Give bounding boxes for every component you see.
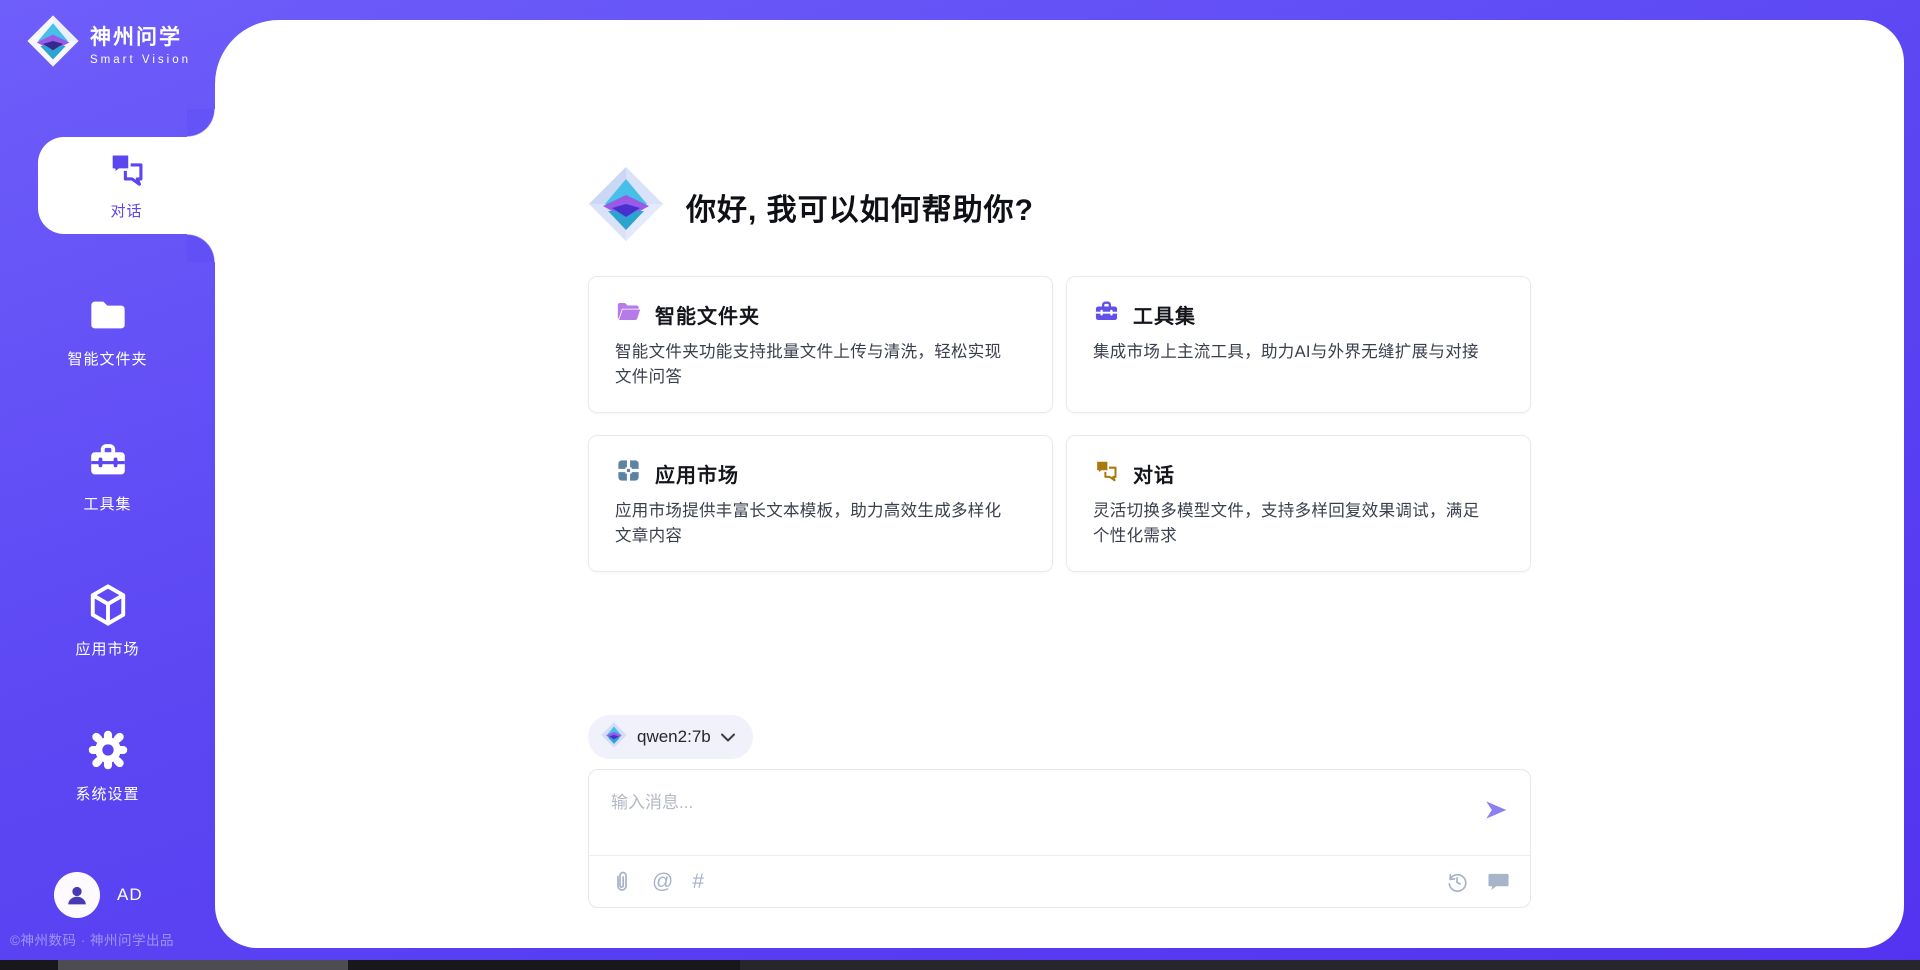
history-icon[interactable] xyxy=(1445,870,1469,894)
card-description: 智能文件夹功能支持批量文件上传与清洗，轻松实现文件问答 xyxy=(615,340,1007,390)
card-description: 灵活切换多模型文件，支持多样回复效果调试，满足个性化需求 xyxy=(1093,499,1485,549)
logo-diamond-icon xyxy=(601,722,627,753)
sidebar-item-label: 应用市场 xyxy=(75,638,139,659)
card-title: 对话 xyxy=(1133,459,1175,488)
hashtag-icon[interactable]: # xyxy=(692,871,704,892)
sidebar-item-toolset[interactable]: 工具集 xyxy=(0,438,215,514)
message-input[interactable] xyxy=(589,770,1470,854)
copyright-footer: ©神州数码 · 神州问学出品 xyxy=(10,929,215,949)
sidebar-item-label: 系统设置 xyxy=(75,783,139,804)
attachment-icon[interactable] xyxy=(609,870,633,894)
greeting-block: 你好, 我可以如何帮助你? xyxy=(588,166,1034,247)
chat-bubble-icon[interactable] xyxy=(1486,870,1510,894)
main-content-panel: 你好, 我可以如何帮助你? 智能文件夹 智能文件夹功能支持批量文件上传与清洗，轻… xyxy=(215,20,1904,948)
folder-open-icon xyxy=(615,298,642,330)
card-chat[interactable]: 对话 灵活切换多模型文件，支持多样回复效果调试，满足个性化需求 xyxy=(1066,435,1531,572)
chat-icon xyxy=(1093,457,1120,489)
brand-subtitle: Smart Vision xyxy=(90,54,191,66)
greeting-title: 你好, 我可以如何帮助你? xyxy=(686,185,1034,229)
composer-toolbar: @ # xyxy=(589,855,1530,907)
app-logo: 神州问学 Smart Vision xyxy=(26,14,191,73)
folder-icon xyxy=(88,293,128,337)
person-icon xyxy=(63,881,91,909)
gear-icon xyxy=(86,728,130,772)
card-app-market[interactable]: 应用市场 应用市场提供丰富长文本模板，助力高效生成多样化文章内容 xyxy=(588,435,1053,572)
sidebar-item-app-market[interactable]: 应用市场 xyxy=(0,583,215,659)
mention-icon[interactable]: @ xyxy=(652,871,673,892)
card-description: 集成市场上主流工具，助力AI与外界无缝扩展与对接 xyxy=(1093,340,1485,365)
toolbox-icon xyxy=(1093,298,1120,330)
feature-cards: 智能文件夹 智能文件夹功能支持批量文件上传与清洗，轻松实现文件问答 xyxy=(588,276,1531,572)
user-name: AD xyxy=(117,885,143,905)
grid-icon xyxy=(615,457,642,489)
card-toolset[interactable]: 工具集 集成市场上主流工具，助力AI与外界无缝扩展与对接 xyxy=(1066,276,1531,413)
sidebar-item-label: 对话 xyxy=(110,200,142,221)
sidebar-item-settings[interactable]: 系统设置 xyxy=(0,728,215,804)
card-smart-folder[interactable]: 智能文件夹 智能文件夹功能支持批量文件上传与清洗，轻松实现文件问答 xyxy=(588,276,1053,413)
user-account[interactable]: AD xyxy=(54,872,143,918)
card-title: 工具集 xyxy=(1133,300,1196,329)
sidebar-item-chat[interactable]: 对话 xyxy=(38,137,215,234)
card-title: 智能文件夹 xyxy=(655,300,760,329)
taskbar-edge xyxy=(0,960,1920,970)
brand-diamond-logo-icon xyxy=(26,14,80,73)
sidebar-item-smart-folder[interactable]: 智能文件夹 xyxy=(0,293,215,369)
card-description: 应用市场提供丰富长文本模板，助力高效生成多样化文章内容 xyxy=(615,499,1007,549)
chat-icon xyxy=(107,151,147,191)
brand-title: 神州问学 xyxy=(90,21,191,51)
card-title: 应用市场 xyxy=(655,459,739,488)
brand-diamond-logo-icon xyxy=(588,166,664,247)
sidebar-item-label: 智能文件夹 xyxy=(67,348,147,369)
toolbox-icon xyxy=(87,438,129,482)
sidebar: 神州问学 Smart Vision 对话 智能文件夹 xyxy=(0,0,215,960)
cube-icon xyxy=(87,583,129,627)
model-selector-value: qwen2:7b xyxy=(637,727,711,747)
avatar xyxy=(54,872,100,918)
model-selector[interactable]: qwen2:7b xyxy=(588,715,753,759)
message-composer: @ # xyxy=(588,769,1531,908)
send-icon[interactable] xyxy=(1480,794,1512,826)
chevron-down-icon xyxy=(721,727,735,747)
sidebar-item-label: 工具集 xyxy=(83,493,131,514)
